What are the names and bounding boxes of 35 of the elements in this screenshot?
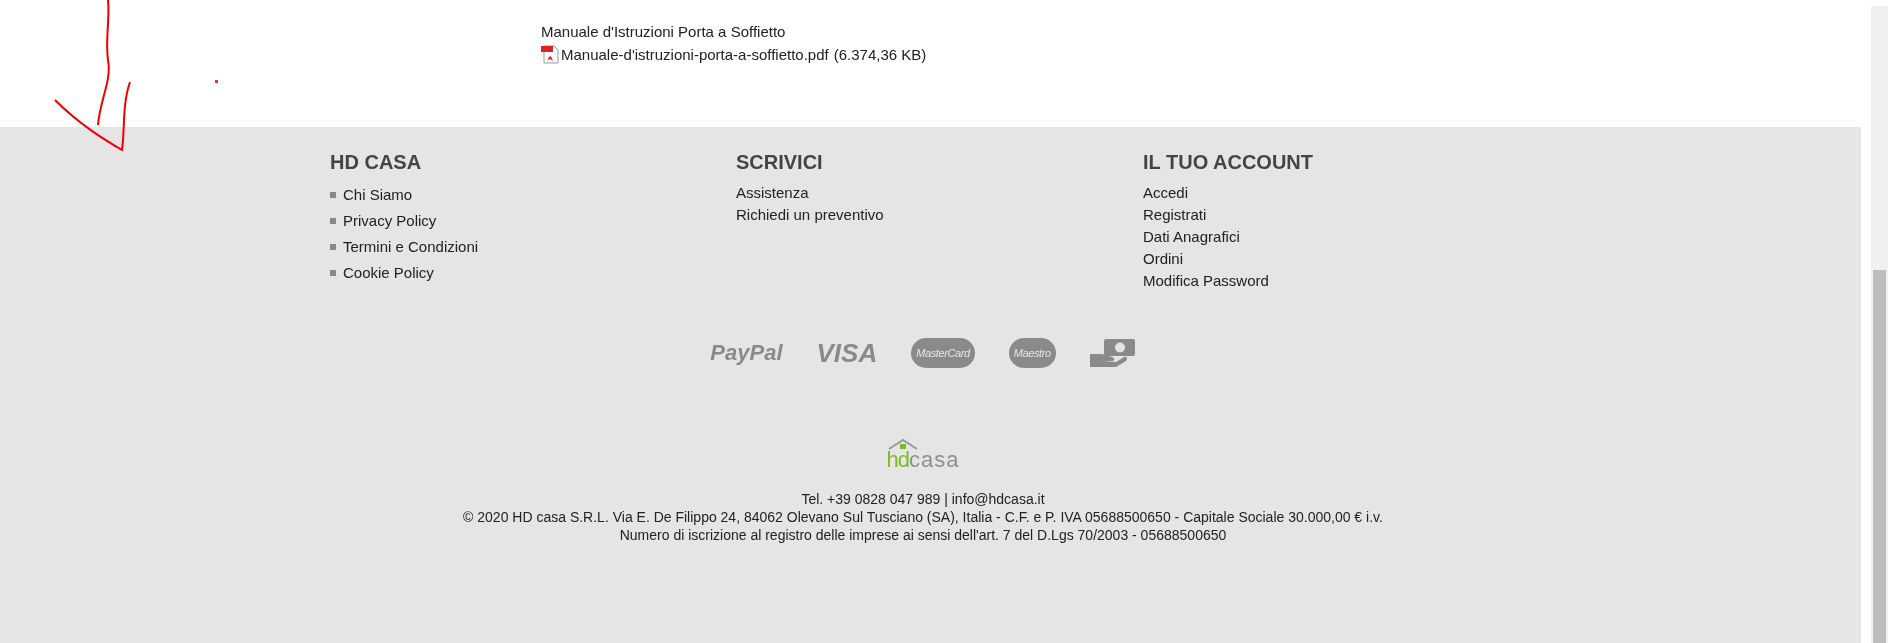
bullet-icon <box>330 192 336 198</box>
footer-link[interactable]: Registrati <box>1143 204 1207 226</box>
scrollbar-thumb[interactable] <box>1873 270 1886 643</box>
footer-link[interactable]: Chi Siamo <box>343 182 413 208</box>
cash-hand-icon <box>1089 338 1136 368</box>
bullet-icon <box>330 244 336 250</box>
footer-link[interactable]: Cookie Policy <box>343 260 434 286</box>
legal-text: Numero di iscrizione al registro delle imprese ai sensi dell'art. 7 del D.Lgs 70/2003 - 05688500650 <box>618 526 1228 544</box>
footer-link[interactable]: Ordini <box>1143 248 1183 270</box>
column-heading: HD CASA <box>330 150 423 174</box>
attachment-title: Manuale d'Istruzioni Porta a Soffietto <box>541 22 787 42</box>
pdf-icon <box>541 45 559 64</box>
file-size: (6.374,36 KB) <box>833 46 927 63</box>
footer-link[interactable]: Termini e Condizioni <box>343 234 479 260</box>
column-heading: IL TUO ACCOUNT <box>1143 150 1314 174</box>
footer-link[interactable]: Modifica Password <box>1143 270 1269 292</box>
pdf-file-link[interactable]: Manuale-d'istruzioni-porta-a-soffietto.pdf <box>561 46 829 63</box>
legal-text: © 2020 HD casa S.R.L. Via E. De Filippo 24, 84062 Olevano Sul Tusciano (SA), Italia - C.F. e P. IVA 05688500650 - Capitale Sociale 30.000,00 € i.v. <box>462 508 1384 526</box>
footer-link[interactable]: Dati Anagrafici <box>1143 226 1240 248</box>
house-roof-icon <box>888 438 918 450</box>
footer-link[interactable]: Assistenza <box>736 182 809 204</box>
payment-logo: MasterCard <box>911 338 975 368</box>
payment-logo: PayPal <box>710 340 783 366</box>
payment-logo: VISA <box>816 337 878 369</box>
site-logo: hdcasa <box>886 450 960 470</box>
bullet-icon <box>330 218 336 224</box>
payment-logo: Maestro <box>1008 338 1056 368</box>
footer-link[interactable]: Privacy Policy <box>343 208 437 234</box>
footer-link[interactable]: Accedi <box>1143 182 1189 204</box>
footer-link[interactable]: Richiedi un preventivo <box>736 204 884 226</box>
scrollbar[interactable] <box>1871 6 1888 643</box>
legal-text: Tel. +39 0828 047 989 | info@hdcasa.it <box>800 490 1046 508</box>
bullet-icon <box>330 270 336 276</box>
dot-mark-icon <box>215 80 218 83</box>
column-heading: SCRIVICI <box>736 150 824 174</box>
